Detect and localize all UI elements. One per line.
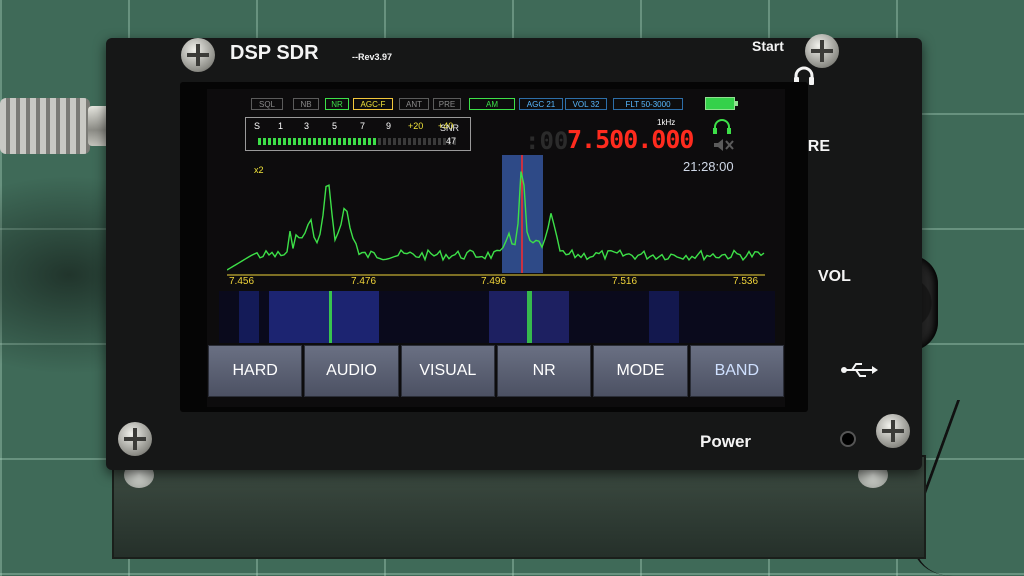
meter-segment	[263, 138, 266, 145]
meter-segment	[348, 138, 351, 145]
meter-segment	[323, 138, 326, 145]
meter-segment	[313, 138, 316, 145]
battery-icon	[705, 97, 738, 110]
frequency-display[interactable]: 7.500.000	[567, 125, 694, 154]
status-flags: SQL NB NR AGC-F ANT PRE AM AGC 21 VOL 32…	[207, 98, 785, 112]
display-screen[interactable]: SQL NB NR AGC-F ANT PRE AM AGC 21 VOL 32…	[207, 89, 785, 407]
meter-bar	[258, 138, 456, 145]
snr-value: 47	[446, 136, 457, 146]
connector-body	[0, 98, 90, 154]
enclosure-base	[112, 455, 926, 559]
meter-segment	[423, 138, 426, 145]
flag-vol[interactable]: VOL 32	[565, 98, 607, 110]
flag-ant[interactable]: ANT	[399, 98, 429, 110]
meter-scale-1: 1	[278, 121, 284, 131]
s-meter: S 1 3 5 7 9 +20 +40	[245, 117, 471, 151]
meter-segment	[428, 138, 431, 145]
meter-scale-20: +20	[408, 121, 424, 131]
meter-segment	[298, 138, 301, 145]
axis-label-7516: 7.516	[612, 276, 638, 287]
flag-pre[interactable]: PRE	[433, 98, 461, 110]
softkey-bar: HARD AUDIO VISUAL NR MODE BAND	[207, 345, 785, 397]
spectrum-trace	[227, 171, 765, 271]
meter-segment	[393, 138, 396, 145]
softkey-band[interactable]: BAND	[689, 345, 784, 397]
flag-filter[interactable]: FLT 50-3000	[613, 98, 683, 110]
softkey-nr[interactable]: NR	[496, 345, 592, 397]
flag-nb[interactable]: NB	[293, 98, 319, 110]
meter-segment	[388, 138, 391, 145]
meter-segment	[258, 138, 261, 145]
flag-agc-f[interactable]: AGC-F	[353, 98, 393, 110]
meter-segment	[288, 138, 291, 145]
meter-segment	[283, 138, 286, 145]
screw-top-right	[805, 34, 839, 68]
meter-scale-5: 5	[332, 121, 338, 131]
meter-segment	[433, 138, 436, 145]
brand-label: DSP SDR	[230, 42, 319, 64]
screw-bottom-right	[876, 414, 910, 448]
flag-agc[interactable]: AGC 21	[519, 98, 563, 110]
meter-segment	[413, 138, 416, 145]
waterfall-display[interactable]	[219, 291, 775, 343]
meter-segment	[353, 138, 356, 145]
usb-icon	[841, 363, 878, 377]
axis-label-7536: 7.536	[733, 276, 759, 287]
flag-sql[interactable]: SQL	[251, 98, 283, 110]
start-label: Start	[752, 38, 784, 54]
screw-bottom-left	[118, 422, 152, 456]
meter-segment	[398, 138, 401, 145]
snr-label: SNR	[440, 123, 460, 133]
meter-scale-s: S	[254, 121, 261, 131]
meter-segment	[333, 138, 336, 145]
meter-scale-9: 9	[386, 121, 392, 131]
meter-segment	[268, 138, 271, 145]
meter-segment	[438, 138, 441, 145]
meter-segment	[373, 138, 376, 145]
softkey-hard[interactable]: HARD	[208, 345, 303, 397]
softkey-audio[interactable]: AUDIO	[304, 345, 399, 397]
revision-label: --Rev3.97	[352, 52, 393, 62]
meter-segment	[383, 138, 386, 145]
meter-scale-3: 3	[304, 121, 310, 131]
meter-segment	[318, 138, 321, 145]
meter-segment	[378, 138, 381, 145]
meter-segment	[328, 138, 331, 145]
softkey-mode[interactable]: MODE	[593, 345, 688, 397]
meter-segment	[358, 138, 361, 145]
axis-label-7496: 7.496	[481, 276, 507, 287]
meter-segment	[403, 138, 406, 145]
spectrum-display[interactable]	[227, 155, 765, 283]
meter-segment	[338, 138, 341, 145]
meter-segment	[363, 138, 366, 145]
axis-label-7476: 7.476	[351, 276, 377, 287]
meter-segment	[273, 138, 276, 145]
meter-segment	[408, 138, 411, 145]
speaker-mute-icon	[714, 139, 734, 151]
axis-label-7456: 7.456	[229, 276, 255, 287]
vol-label: VOL	[818, 268, 851, 285]
frequency-ghost: :00	[525, 127, 569, 155]
meter-segment	[368, 138, 371, 145]
power-label: Power	[700, 432, 752, 451]
meter-segment	[343, 138, 346, 145]
power-led	[840, 431, 856, 447]
tuning-step: 1kHz	[657, 118, 676, 127]
meter-segment	[308, 138, 311, 145]
screw-top-left	[181, 38, 215, 72]
meter-segment	[293, 138, 296, 145]
flag-am[interactable]: AM	[469, 98, 515, 110]
meter-segment	[278, 138, 281, 145]
flag-nr[interactable]: NR	[325, 98, 349, 110]
meter-scale-7: 7	[360, 121, 366, 131]
softkey-visual[interactable]: VISUAL	[400, 345, 495, 397]
headphone-status-icon	[713, 119, 731, 134]
meter-segment	[418, 138, 421, 145]
meter-segment	[303, 138, 306, 145]
